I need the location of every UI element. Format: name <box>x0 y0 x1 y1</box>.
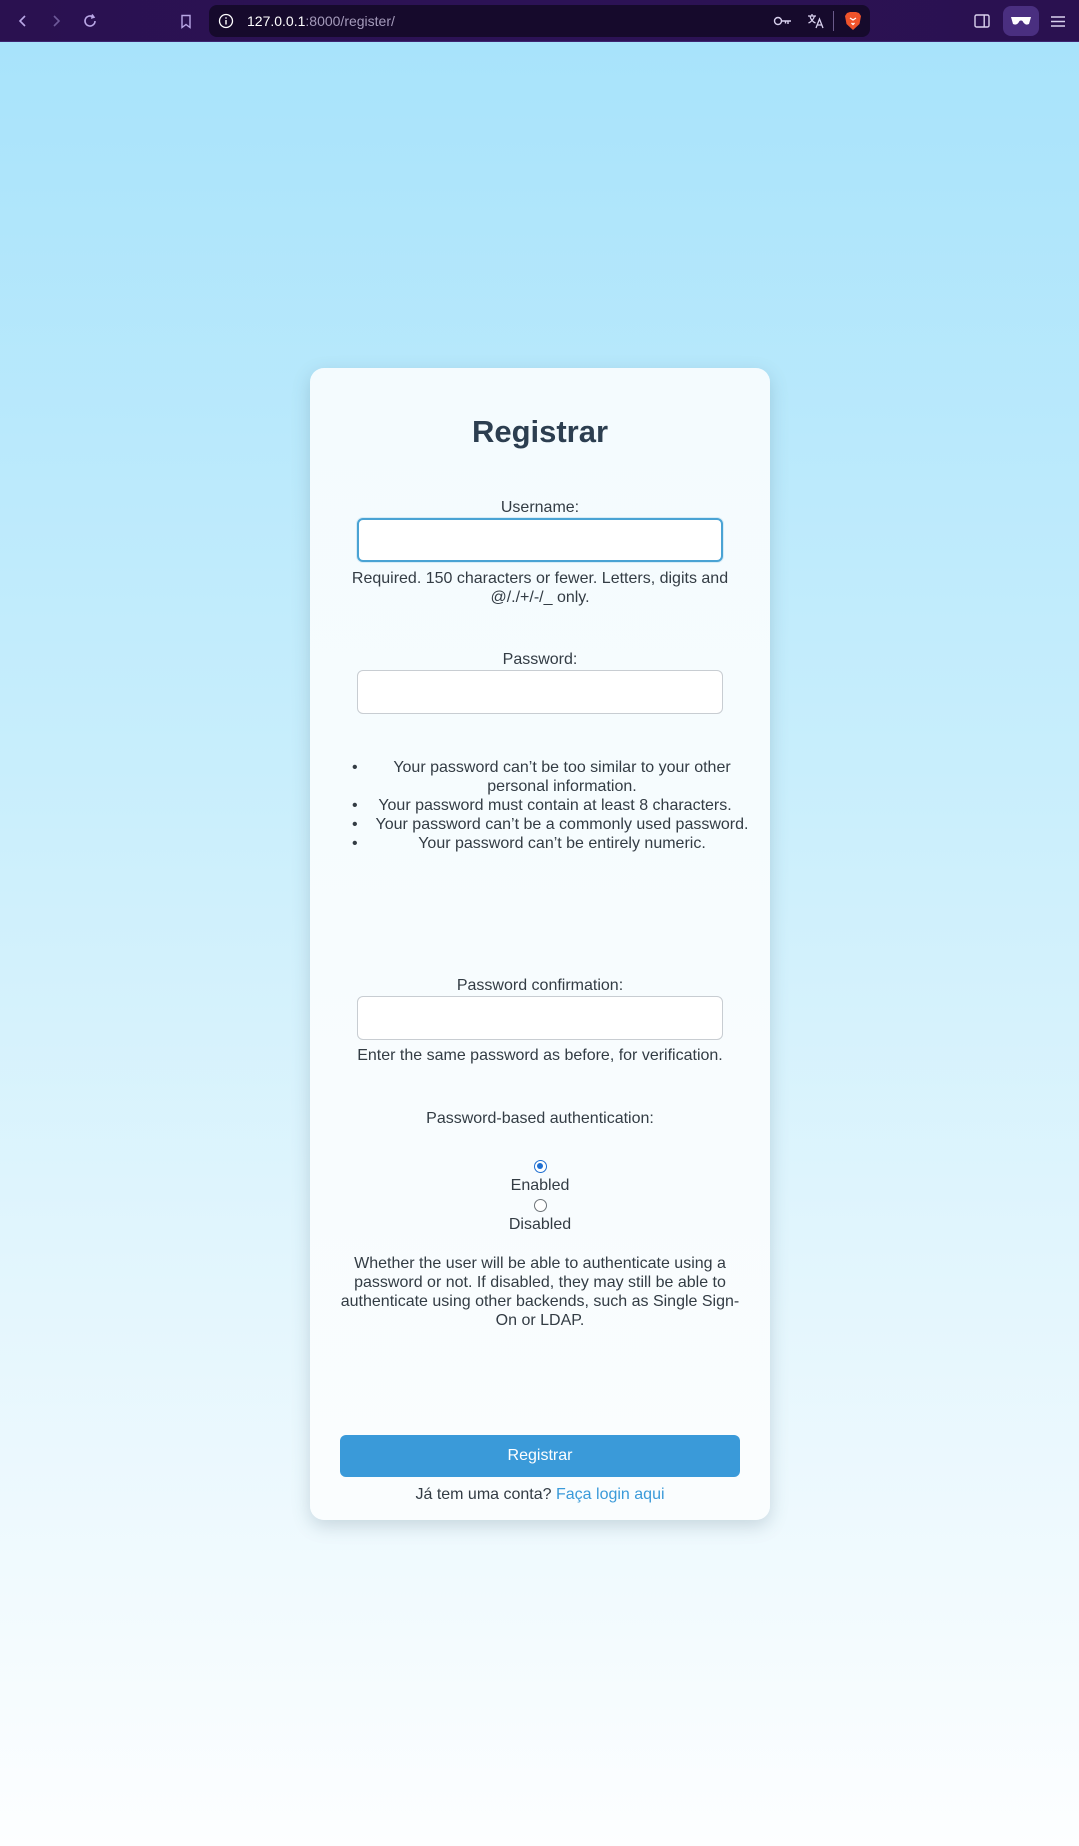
username-help: Required. 150 characters or fewer. Lette… <box>351 570 729 606</box>
password-rule-item: • Your password can’t be a commonly used … <box>340 815 750 834</box>
password-auth-option-disabled[interactable]: Disabled <box>310 1199 770 1235</box>
private-window-button[interactable] <box>1003 6 1039 36</box>
radio-disabled[interactable] <box>533 1199 547 1212</box>
forward-button[interactable] <box>43 8 69 34</box>
translate-icon <box>808 14 824 29</box>
login-prompt-text: Já tem uma conta? <box>415 1486 552 1503</box>
radio-disabled-label: Disabled <box>508 1216 572 1233</box>
page-viewport: Registrar Username: Required. 150 charac… <box>0 42 1079 1846</box>
hamburger-menu-icon <box>1051 15 1065 27</box>
password-auth-option-enabled[interactable]: Enabled <box>310 1160 770 1196</box>
password-rule-item: • Your password must contain at least 8 c… <box>340 796 750 815</box>
bullet-icon: • <box>352 759 358 776</box>
bookmark-button[interactable] <box>173 8 199 34</box>
password-input[interactable] <box>357 670 723 714</box>
glasses-icon <box>1011 17 1031 25</box>
toolbar-divider <box>833 11 834 31</box>
radio-enabled[interactable] <box>533 1160 547 1173</box>
password-confirmation-help: Enter the same password as before, for v… <box>357 1047 723 1064</box>
browser-toolbar: 127.0.0.1:8000/register/ <box>0 0 1079 42</box>
sidebar-icon <box>974 14 990 28</box>
password-rule-text: Your password can’t be too similar to yo… <box>393 759 731 795</box>
url-path: :8000/register/ <box>305 13 395 29</box>
password-rule-item: • Your password can’t be entirely numeric… <box>340 834 750 853</box>
password-auth-label: Password-based authentication: <box>426 1110 654 1127</box>
chevron-left-icon <box>18 15 26 27</box>
register-card: Registrar Username: Required. 150 charac… <box>310 368 770 1520</box>
password-confirmation-input[interactable] <box>357 996 723 1040</box>
reload-button[interactable] <box>77 8 103 34</box>
password-label: Password: <box>502 651 578 668</box>
url-text: 127.0.0.1:8000/register/ <box>247 13 395 29</box>
menu-button[interactable] <box>1045 8 1071 34</box>
chevron-right-icon <box>53 15 61 27</box>
page-title: Registrar <box>471 414 609 449</box>
bullet-icon: • <box>352 797 358 814</box>
password-rule-text: Your password can’t be a commonly used p… <box>375 816 749 833</box>
password-rule-text: Your password must contain at least 8 ch… <box>378 797 732 814</box>
url-host: 127.0.0.1 <box>247 13 306 29</box>
back-button[interactable] <box>10 8 36 34</box>
password-auth-help: Whether the user will be able to authent… <box>340 1255 740 1329</box>
brave-shields-button[interactable] <box>842 10 864 32</box>
password-rules-list: • Your password can’t be too similar to y… <box>340 758 750 853</box>
radio-enabled-label: Enabled <box>510 1177 570 1194</box>
login-link[interactable]: Faça login aqui <box>556 1486 665 1503</box>
password-confirmation-label: Password confirmation: <box>456 977 624 994</box>
site-info-icon[interactable] <box>217 12 235 30</box>
login-prompt: Já tem uma conta? Faça login aqui <box>310 1485 770 1505</box>
bullet-icon: • <box>352 816 358 833</box>
username-input[interactable] <box>357 518 723 562</box>
bookmark-icon <box>181 14 191 29</box>
username-label: Username: <box>500 499 580 516</box>
key-icon <box>773 16 791 26</box>
brave-lion-icon <box>845 12 861 30</box>
password-rule-item: • Your password can’t be too similar to y… <box>340 758 750 796</box>
translate-button[interactable] <box>803 8 829 34</box>
password-rule-text: Your password can’t be entirely numeric. <box>418 835 706 852</box>
bullet-icon: • <box>352 835 358 852</box>
sidebar-toggle-button[interactable] <box>969 8 995 34</box>
reload-icon <box>84 14 96 27</box>
password-key-button[interactable] <box>770 8 796 34</box>
register-button[interactable]: Registrar <box>340 1435 740 1477</box>
